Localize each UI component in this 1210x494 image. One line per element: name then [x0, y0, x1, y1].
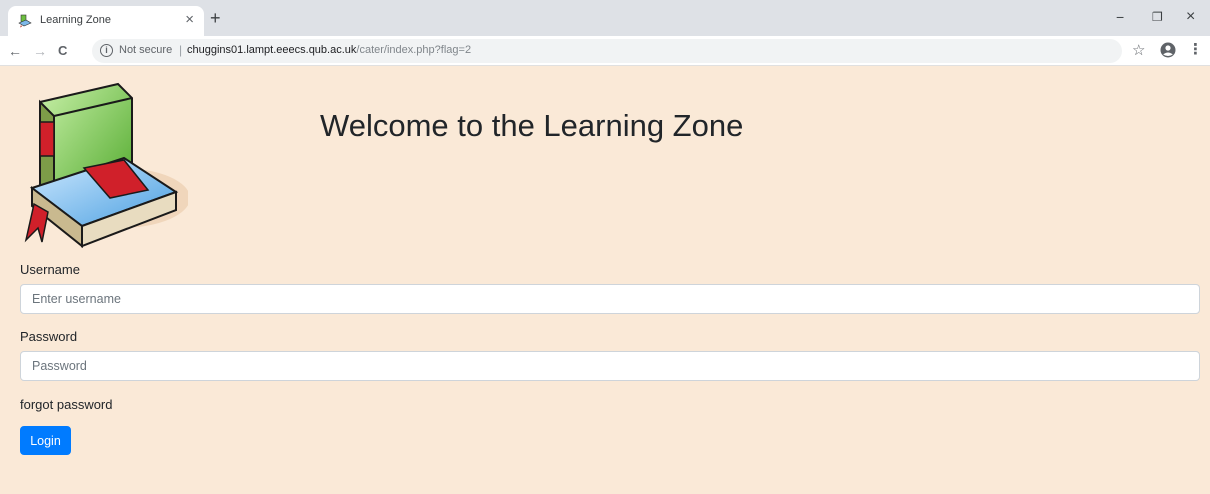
password-input[interactable]	[20, 351, 1200, 381]
book-favicon-icon	[18, 14, 32, 28]
url-separator: |	[179, 43, 183, 57]
page-title: Welcome to the Learning Zone	[320, 108, 744, 143]
browser-toolbar: ← → C i Not secure | chuggins01.lampt.ee…	[0, 36, 1210, 66]
url-text[interactable]: chuggins01.lampt.eeecs.qub.ac.uk/cater/i…	[187, 44, 471, 56]
tab-strip: Learning Zone × + − ❐ ×	[0, 0, 1210, 36]
forgot-password-link[interactable]: forgot password	[20, 397, 113, 412]
username-label: Username	[20, 262, 80, 277]
password-label: Password	[20, 329, 78, 344]
address-bar[interactable]: i Not secure | chuggins01.lampt.eeecs.qu…	[92, 39, 1122, 63]
url-path: /cater/index.php?flag=2	[356, 44, 472, 56]
minimize-icon[interactable]: −	[1116, 8, 1124, 26]
info-icon[interactable]: i	[100, 44, 113, 57]
menu-icon[interactable]: ⋮	[1188, 41, 1203, 59]
login-button[interactable]: Login	[20, 426, 71, 455]
star-icon[interactable]: ☆	[1132, 42, 1145, 60]
tab-title: Learning Zone	[40, 14, 111, 26]
security-status: Not secure	[119, 44, 173, 56]
profile-icon[interactable]	[1160, 42, 1176, 58]
restore-icon[interactable]: ❐	[1152, 8, 1163, 26]
new-tab-icon[interactable]: +	[210, 9, 221, 27]
window-close-icon[interactable]: ×	[1186, 8, 1195, 26]
username-input[interactable]	[20, 284, 1200, 314]
reload-icon[interactable]: C	[58, 42, 67, 60]
browser-tab[interactable]: Learning Zone ×	[8, 6, 204, 36]
url-host: chuggins01.lampt.eeecs.qub.ac.uk	[187, 44, 357, 56]
tab-close-icon[interactable]: ×	[185, 11, 194, 29]
back-icon[interactable]: ←	[8, 42, 22, 60]
forward-icon[interactable]: →	[33, 42, 47, 60]
books-logo-icon	[24, 82, 188, 249]
